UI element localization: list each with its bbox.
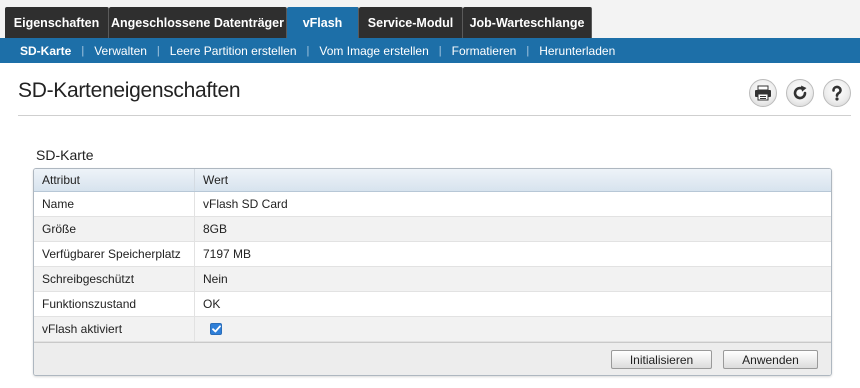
row-attribute: Größe — [34, 217, 195, 241]
tab-angeschlossene-datentraeger[interactable]: Angeschlossene Datenträger — [109, 7, 287, 38]
tab-vflash[interactable]: vFlash — [287, 7, 359, 38]
row-value: vFlash SD Card — [203, 197, 288, 211]
row-value — [195, 317, 831, 341]
row-value: 7197 MB — [203, 247, 252, 261]
sd-card-properties-panel: Attribut Wert Name vFlash SD Card Größe … — [33, 168, 832, 376]
row-attribute: Funktionszustand — [34, 292, 195, 316]
table-row: Größe 8GB — [34, 217, 831, 242]
tab-service-modul[interactable]: Service-Modul — [359, 7, 463, 38]
row-attribute: Verfügbarer Speicherplatz — [34, 242, 195, 266]
row-value: OK — [203, 297, 221, 311]
tab-list: Eigenschaften Angeschlossene Datenträger… — [5, 7, 592, 38]
title-divider — [18, 115, 851, 116]
subnav-formatieren[interactable]: Formatieren — [452, 44, 517, 58]
print-button[interactable] — [749, 79, 777, 107]
initialize-button[interactable]: Initialisieren — [611, 350, 712, 369]
page-title: SD-Karteneigenschaften — [18, 79, 241, 102]
table-row: vFlash aktiviert — [34, 317, 831, 342]
vflash-enabled-checkbox[interactable] — [210, 323, 222, 335]
check-icon — [211, 325, 221, 333]
subnav-herunterladen[interactable]: Herunterladen — [539, 44, 615, 58]
row-attribute: vFlash aktiviert — [34, 317, 195, 341]
refresh-icon — [793, 85, 807, 100]
subnav-separator: | — [156, 44, 160, 57]
tab-job-warteschlange[interactable]: Job-Warteschlange — [463, 7, 592, 38]
table-row: Schreibgeschützt Nein — [34, 267, 831, 292]
subnav-vom-image-erstellen[interactable]: Vom Image erstellen — [319, 44, 428, 58]
subnav-sd-karte[interactable]: SD-Karte — [20, 44, 71, 58]
help-icon — [832, 85, 842, 101]
row-attribute: Name — [34, 192, 195, 216]
subnav-verwalten[interactable]: Verwalten — [94, 44, 147, 58]
help-button[interactable] — [823, 79, 851, 107]
subnav-separator: | — [438, 44, 442, 57]
subnav-separator: | — [81, 44, 85, 57]
row-attribute: Schreibgeschützt — [34, 267, 195, 291]
print-icon — [755, 85, 771, 101]
table-row: Funktionszustand OK — [34, 292, 831, 317]
subnav-separator: | — [526, 44, 530, 57]
table-row: Verfügbarer Speicherplatz 7197 MB — [34, 242, 831, 267]
section-title: SD-Karte — [36, 147, 94, 163]
subnav-separator: | — [306, 44, 310, 57]
column-header-wert: Wert — [203, 173, 229, 187]
row-value: Nein — [203, 272, 228, 286]
column-header-attribut: Attribut — [34, 169, 195, 191]
refresh-button[interactable] — [786, 79, 814, 107]
table-row: Name vFlash SD Card — [34, 192, 831, 217]
sub-navigation: SD-Karte | Verwalten | Leere Partition e… — [0, 38, 860, 63]
apply-button[interactable]: Anwenden — [723, 350, 818, 369]
row-value: 8GB — [203, 222, 228, 236]
table-header: Attribut Wert — [34, 169, 831, 192]
subnav-leere-partition-erstellen[interactable]: Leere Partition erstellen — [170, 44, 297, 58]
tab-eigenschaften[interactable]: Eigenschaften — [5, 7, 109, 38]
main-tab-bar: Eigenschaften Angeschlossene Datenträger… — [0, 0, 860, 38]
panel-footer: Initialisieren Anwenden — [34, 342, 831, 375]
